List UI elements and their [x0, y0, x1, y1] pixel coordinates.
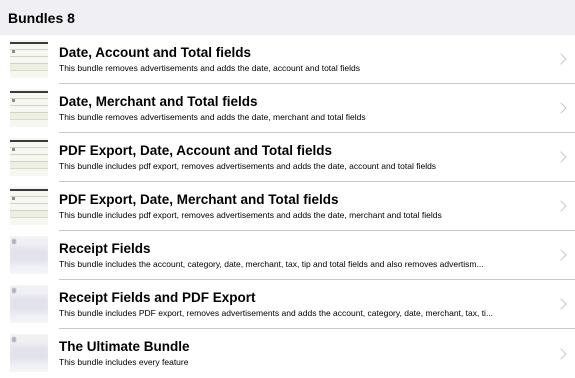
receipt-thumbnail: [10, 334, 48, 372]
bundle-row-receipt-fields-pdf[interactable]: Receipt Fields and PDF Export This bundl…: [0, 280, 575, 329]
table-thumbnail: [10, 138, 48, 176]
bundle-description: This bundle removes advertisements and a…: [59, 63, 360, 73]
bundle-title: Date, Merchant and Total fields: [59, 94, 258, 109]
bundle-title: Receipt Fields and PDF Export: [59, 290, 256, 305]
bundle-description: This bundle removes advertisements and a…: [59, 112, 366, 122]
navigation-header: Bundles 8: [0, 0, 575, 35]
bundle-row-receipt-fields[interactable]: Receipt Fields This bundle includes the …: [0, 231, 575, 280]
page-title: Bundles 8: [8, 9, 75, 26]
table-thumbnail: [10, 187, 48, 225]
receipt-thumbnail: [10, 236, 48, 274]
bundle-description: This bundle includes pdf export, removes…: [59, 161, 437, 171]
receipt-thumbnail: [10, 285, 48, 323]
bundle-title: Receipt Fields: [59, 241, 151, 256]
table-thumbnail: [10, 40, 48, 78]
bundle-row-date-account-total[interactable]: Date, Account and Total fields This bund…: [0, 35, 575, 84]
table-thumbnail: [10, 89, 48, 127]
bundle-row-pdf-date-account-total[interactable]: PDF Export, Date, Account and Total fiel…: [0, 133, 575, 182]
bundle-description: This bundle includes PDF export, removes…: [59, 308, 494, 318]
bundle-description: This bundle includes the account, catego…: [59, 259, 484, 269]
bundle-row-date-merchant-total[interactable]: Date, Merchant and Total fields This bun…: [0, 84, 575, 133]
bundle-row-pdf-date-merchant-total[interactable]: PDF Export, Date, Merchant and Total fie…: [0, 182, 575, 231]
bundle-title: The Ultimate Bundle: [59, 339, 190, 354]
bundle-title: PDF Export, Date, Merchant and Total fie…: [59, 192, 339, 207]
bundle-description: This bundle includes pdf export, removes…: [59, 210, 442, 220]
bundle-title: PDF Export, Date, Account and Total fiel…: [59, 143, 333, 158]
bundle-title: Date, Account and Total fields: [59, 45, 252, 60]
bundle-description: This bundle includes every feature: [59, 357, 189, 367]
bundle-list: Date, Account and Total fields This bund…: [0, 35, 575, 378]
bundle-row-ultimate[interactable]: The Ultimate Bundle This bundle includes…: [0, 329, 575, 378]
